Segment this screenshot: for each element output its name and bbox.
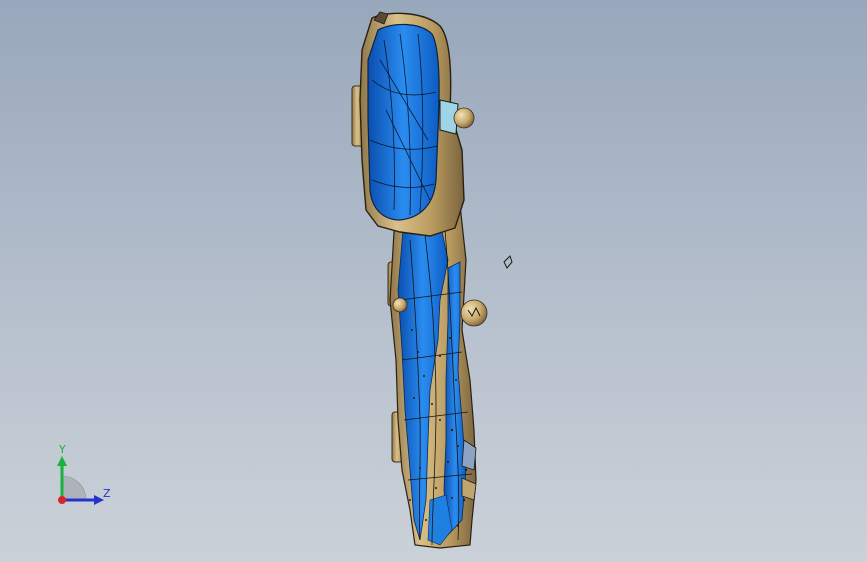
graphics-viewport[interactable]: Y Z [0, 0, 867, 562]
3d-model[interactable] [0, 0, 867, 562]
z-axis-label: Z [103, 487, 111, 500]
y-axis-arrow [57, 456, 67, 466]
left-knob [392, 297, 408, 313]
upper-knob [453, 107, 475, 129]
y-axis-label: Y [59, 443, 66, 456]
triad-quadrant [61, 475, 87, 501]
stray-fragment [503, 255, 513, 269]
head-cavity [367, 23, 440, 221]
x-axis-dot [58, 496, 66, 504]
